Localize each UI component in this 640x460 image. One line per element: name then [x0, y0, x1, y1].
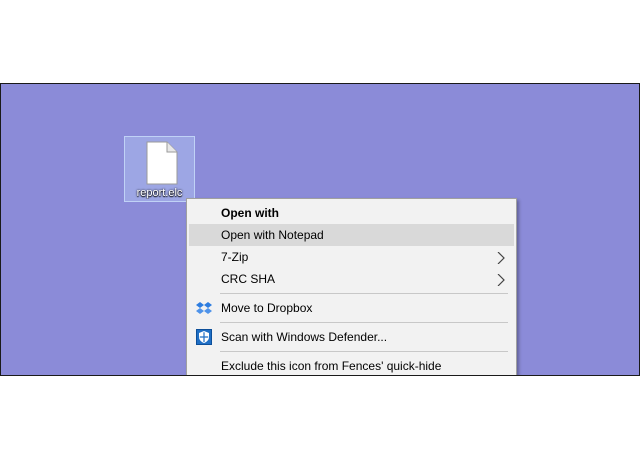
document-icon	[146, 141, 178, 185]
chevron-right-icon	[497, 252, 505, 264]
desktop[interactable]: report.elc Open with Open with Notepad 7…	[0, 83, 640, 376]
dropbox-icon	[196, 302, 212, 314]
menu-item-crc-sha[interactable]: CRC SHA	[189, 268, 514, 290]
menu-item-exclude-fences[interactable]: Exclude this icon from Fences' quick-hid…	[189, 355, 514, 375]
chevron-right-icon	[497, 274, 505, 286]
menu-separator	[220, 322, 508, 323]
desktop-file-item[interactable]: report.elc	[124, 136, 195, 202]
menu-separator	[220, 293, 508, 294]
menu-separator	[220, 351, 508, 352]
menu-item-open-with-notepad[interactable]: Open with Notepad	[189, 224, 514, 246]
menu-item-scan-windows-defender[interactable]: Scan with Windows Defender...	[189, 326, 514, 348]
context-menu: Open with Open with Notepad 7-Zip CRC SH…	[186, 198, 517, 375]
menu-item-open-with[interactable]: Open with	[189, 202, 514, 224]
file-name-label: report.elc	[136, 187, 183, 199]
windows-defender-icon	[196, 329, 212, 345]
menu-item-move-to-dropbox[interactable]: Move to Dropbox	[189, 297, 514, 319]
menu-item-7zip[interactable]: 7-Zip	[189, 246, 514, 268]
